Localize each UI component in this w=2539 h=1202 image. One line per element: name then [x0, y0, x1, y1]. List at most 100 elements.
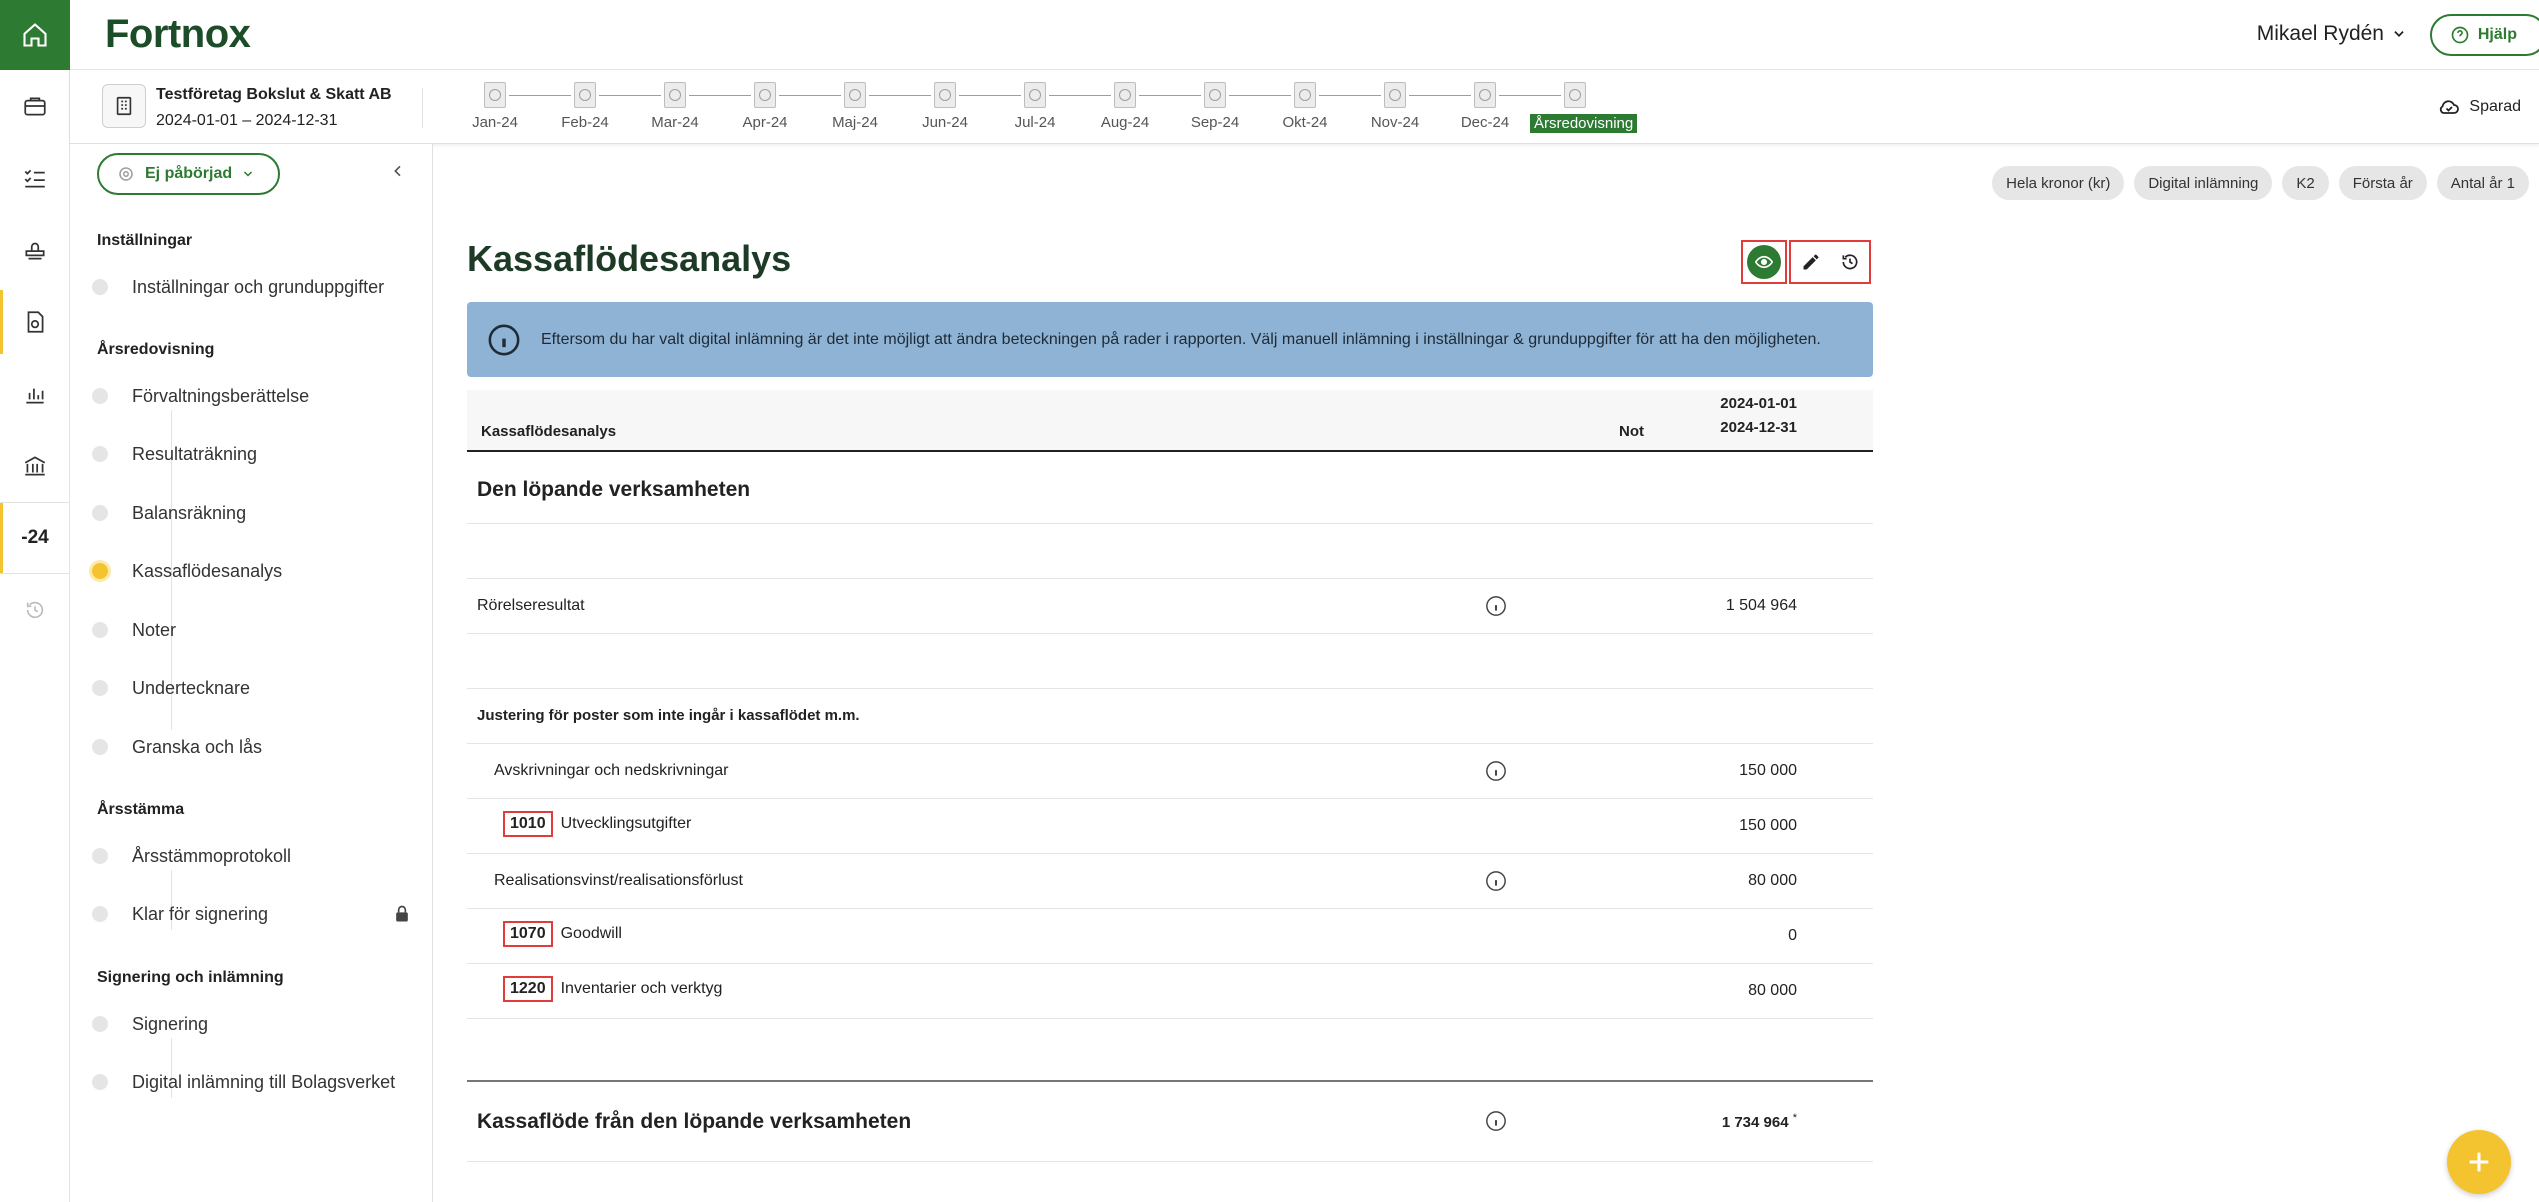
rail-item-business[interactable] [0, 70, 70, 142]
info-icon[interactable] [1485, 870, 1507, 892]
rail-item-tasks[interactable] [0, 142, 70, 214]
nav-item-management-report[interactable]: Förvaltningsberättelse [92, 376, 412, 416]
row-amount: 80 000 [1748, 872, 1797, 889]
setting-chip[interactable]: Antal år 1 [2436, 166, 2529, 200]
nav-item-digital-submission[interactable]: Digital inlämning till Bolagsverket [92, 1062, 412, 1102]
account-row[interactable]: 1070 Goodwill 0 [467, 909, 1873, 964]
period-6[interactable]: Jul-24 [990, 82, 1111, 133]
mode-toggle [1741, 240, 1871, 284]
settings-chips: Hela kronor (kr) Digital inlämning K2 Först… [1992, 166, 2529, 200]
row-label: Avskrivningar och nedskrivningar [494, 762, 729, 779]
home-icon [23, 23, 47, 47]
status-dropdown[interactable]: Ej påbörjad [97, 153, 281, 195]
setting-chip[interactable]: K2 [2282, 166, 2329, 200]
nav-item-settings[interactable]: Inställningar och grunduppgifter [92, 267, 412, 307]
period-label: Apr-24 [742, 114, 788, 131]
add-button[interactable] [2447, 1130, 2511, 1194]
info-icon[interactable] [1485, 1110, 1507, 1132]
fortnox-logo[interactable]: Fortnox [105, 12, 251, 57]
period-4[interactable]: Maj-24 [810, 82, 931, 133]
nav-item-signatories[interactable]: Undertecknare [92, 668, 412, 708]
nav-section-agm: Årsstämma [97, 801, 185, 818]
stamp-icon [25, 242, 45, 260]
page-title: Kassaflödesanalys [467, 238, 792, 279]
table-row[interactable]: Realisationsvinst/realisationsförlust 80… [467, 854, 1873, 909]
info-icon[interactable] [1485, 760, 1507, 782]
setting-chip[interactable]: Första år [2338, 166, 2427, 200]
section-row: Den löpande verksamheten [467, 454, 1873, 524]
document-icon [844, 82, 866, 108]
row-label: Inventarier och verktyg [560, 980, 723, 997]
pencil-icon[interactable] [1801, 252, 1821, 272]
nav-item-balance-sheet[interactable]: Balansräkning [92, 493, 412, 533]
home-button[interactable] [0, 0, 70, 70]
period-7[interactable]: Aug-24 [1080, 82, 1201, 133]
info-icon[interactable] [1485, 595, 1507, 617]
total-row[interactable]: Kassaflöde från den löpande verksamheten… [467, 1082, 1873, 1162]
help-button[interactable]: Hjälp [2429, 14, 2539, 56]
period-8[interactable]: Sep-24 [1170, 82, 1291, 133]
chevron-down-icon [244, 171, 253, 177]
table-row[interactable]: Avskrivningar och nedskrivningar 150 000 [467, 744, 1873, 799]
row-label: Justering för poster som inte ingår i ka… [477, 707, 860, 724]
nav-item-cash-flow[interactable]: Kassaflödesanalys [92, 551, 412, 591]
save-status-text: Sparad [2469, 98, 2521, 115]
row-amount: 80 000 [1748, 982, 1797, 999]
nav-item-agm-minutes[interactable]: Årsstämmoprotokoll [92, 836, 412, 876]
briefcase-icon [24, 97, 46, 116]
setting-chip[interactable]: Digital inlämning [2134, 166, 2273, 200]
top-bar: Fortnox Mikael Rydén Hjälp [70, 0, 2539, 70]
document-icon [1474, 82, 1496, 108]
nav-item-review-lock[interactable]: Granska och lås [92, 727, 412, 767]
rail-item-reports[interactable] [0, 358, 70, 430]
row-amount: 0 [1788, 927, 1797, 944]
view-mode-button[interactable] [1741, 240, 1787, 284]
document-icon [1294, 82, 1316, 108]
account-row[interactable]: 1010 Utvecklingsutgifter 150 000 [467, 799, 1873, 854]
period-11[interactable]: Dec-24 [1440, 82, 1561, 133]
company-selector[interactable]: Testföretag Bokslut & Skatt AB 2024-01-0… [102, 84, 392, 130]
edit-history-group [1789, 240, 1871, 284]
rail-item-history[interactable] [0, 574, 70, 646]
period-timeline: Jan-24 Feb-24 Mar-24 Apr-24 Maj-24 Jun-24 Jul-… [450, 82, 1638, 133]
current-status-dot [92, 563, 108, 579]
status-dot [92, 848, 108, 864]
table-row[interactable]: Rörelseresultat 1 504 964 [467, 579, 1873, 634]
nav-item-signing[interactable]: Signering [92, 1004, 412, 1044]
user-menu[interactable]: Mikael Rydén [2257, 22, 2406, 46]
period-9[interactable]: Okt-24 [1260, 82, 1381, 133]
rail-item-annual-report[interactable] [0, 286, 70, 358]
account-number: 1070 [503, 921, 553, 947]
period-label: Nov-24 [1370, 114, 1420, 131]
history-icon[interactable] [1840, 252, 1860, 272]
icon-rail: -24 [0, 0, 70, 1202]
setting-chip[interactable]: Hela kronor (kr) [1992, 166, 2125, 200]
status-icon [119, 167, 133, 181]
row-amount: 150 000 [1739, 762, 1797, 779]
period-12[interactable]: Årsredovisning [1530, 82, 1638, 133]
status-dot [92, 680, 108, 696]
status-dot [92, 1074, 108, 1090]
rail-item-approval[interactable] [0, 214, 70, 286]
document-icon [934, 82, 956, 108]
document-icon [754, 82, 776, 108]
period-5[interactable]: Jun-24 [900, 82, 1021, 133]
nav-item-income-statement[interactable]: Resultaträkning [92, 434, 412, 474]
section-title: Den löpande verksamheten [477, 478, 751, 501]
rail-item-bank[interactable] [0, 430, 70, 502]
collapse-sidebar-button[interactable] [390, 162, 406, 185]
period-2[interactable]: Mar-24 [630, 82, 751, 133]
nav-item-notes[interactable]: Noter [92, 610, 412, 650]
account-row[interactable]: 1220 Inventarier och verktyg 80 000 [467, 964, 1873, 1019]
question-icon [2451, 26, 2469, 44]
period-10[interactable]: Nov-24 [1350, 82, 1471, 133]
info-icon [488, 324, 520, 355]
document-icon [664, 82, 686, 108]
period-1[interactable]: Feb-24 [540, 82, 661, 133]
period-3[interactable]: Apr-24 [720, 82, 841, 133]
nav-item-ready-for-signing[interactable]: Klar för signering [92, 894, 412, 934]
total-label: Kassaflöde från den löpande verksamheten [477, 1110, 912, 1133]
period-0[interactable]: Jan-24 [450, 82, 571, 133]
rail-item-year[interactable]: -24 [0, 502, 70, 574]
column-header-note: Not [1619, 423, 1644, 440]
